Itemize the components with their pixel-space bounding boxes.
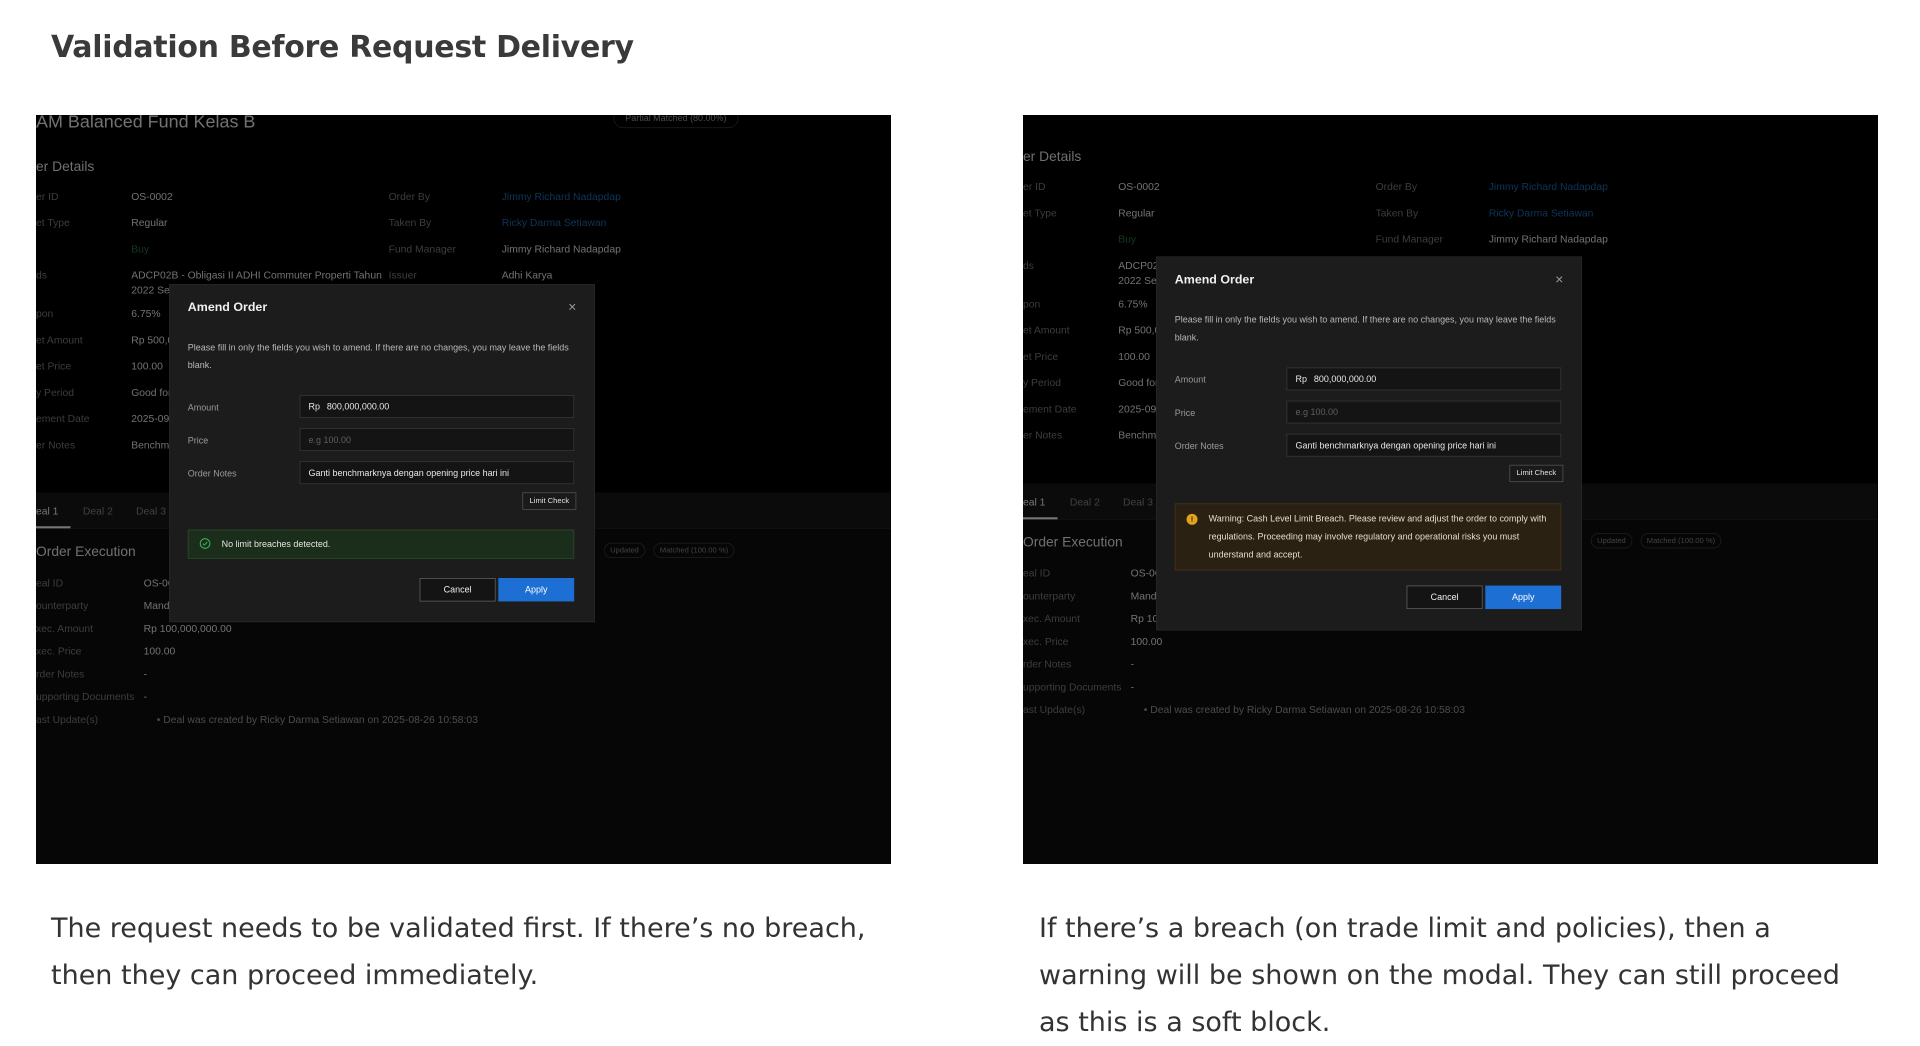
apply-button[interactable]: Apply — [498, 577, 575, 602]
amend-order-modal: Amend Order × Please fill in only the fi… — [1156, 256, 1582, 631]
amount-input[interactable]: Rp 800,000,000.00 — [1286, 367, 1562, 391]
order-notes-label: Order Notes — [187, 468, 237, 479]
currency-prefix: Rp — [308, 401, 321, 412]
cancel-button[interactable]: Cancel — [419, 577, 496, 602]
warning-alert: ! Warning: Cash Level Limit Breach. Plea… — [1174, 503, 1562, 571]
modal-description: Please fill in only the fields you wish … — [187, 342, 569, 371]
order-notes-value: Ganti benchmarknya dengan opening price … — [308, 467, 510, 478]
amount-label: Amount — [1174, 374, 1206, 385]
order-notes-value: Ganti benchmarknya dengan opening price … — [1295, 439, 1497, 451]
order-notes-label: Order Notes — [1174, 440, 1224, 452]
order-notes-input[interactable]: Ganti benchmarknya dengan opening price … — [299, 461, 575, 485]
cancel-button[interactable]: Cancel — [1406, 585, 1483, 610]
price-placeholder: e.g 100.00 — [1295, 406, 1338, 418]
order-notes-input[interactable]: Ganti benchmarknya dengan opening price … — [1286, 433, 1562, 457]
limit-check-button[interactable]: Limit Check — [1509, 464, 1564, 483]
currency-prefix: Rp — [1295, 373, 1308, 385]
amount-input[interactable]: Rp 800,000,000.00 — [299, 395, 575, 418]
price-input[interactable]: e.g 100.00 — [299, 428, 575, 452]
modal-description: Please fill in only the fields you wish … — [1174, 314, 1556, 343]
screenshot-left: AM Balanced Fund Kelas B Partial Matched… — [36, 115, 891, 864]
price-label: Price — [1174, 407, 1196, 418]
price-label: Price — [187, 435, 209, 446]
price-input[interactable]: e.g 100.00 — [1286, 400, 1562, 424]
amount-label: Amount — [187, 402, 219, 413]
check-circle-icon — [199, 538, 211, 549]
apply-button[interactable]: Apply — [1485, 585, 1562, 610]
modal-title: Amend Order — [187, 299, 268, 314]
price-placeholder: e.g 100.00 — [308, 434, 351, 445]
caption-left: The request needs to be validated first.… — [51, 913, 866, 991]
close-icon[interactable]: × — [568, 300, 576, 316]
success-text: No limit breaches detected. — [221, 538, 331, 550]
modal-title: Amend Order — [1174, 272, 1255, 287]
screenshot-right: er Details er ID OS-0002 et Type Regular… — [1023, 115, 1878, 864]
warning-text: Warning: Cash Level Limit Breach. Please… — [1208, 513, 1547, 560]
amount-value: 800,000,000.00 — [326, 401, 390, 412]
caption-right: If there’s a breach (on trade limit and … — [1039, 913, 1840, 1038]
amount-value: 800,000,000.00 — [1313, 373, 1377, 385]
amend-order-modal: Amend Order × Please fill in only the fi… — [169, 284, 595, 623]
success-alert: No limit breaches detected. — [187, 529, 575, 559]
limit-check-button[interactable]: Limit Check — [522, 492, 577, 510]
page-title: Validation Before Request Delivery — [51, 30, 634, 65]
warning-icon: ! — [1186, 513, 1198, 525]
close-icon[interactable]: × — [1555, 272, 1563, 288]
